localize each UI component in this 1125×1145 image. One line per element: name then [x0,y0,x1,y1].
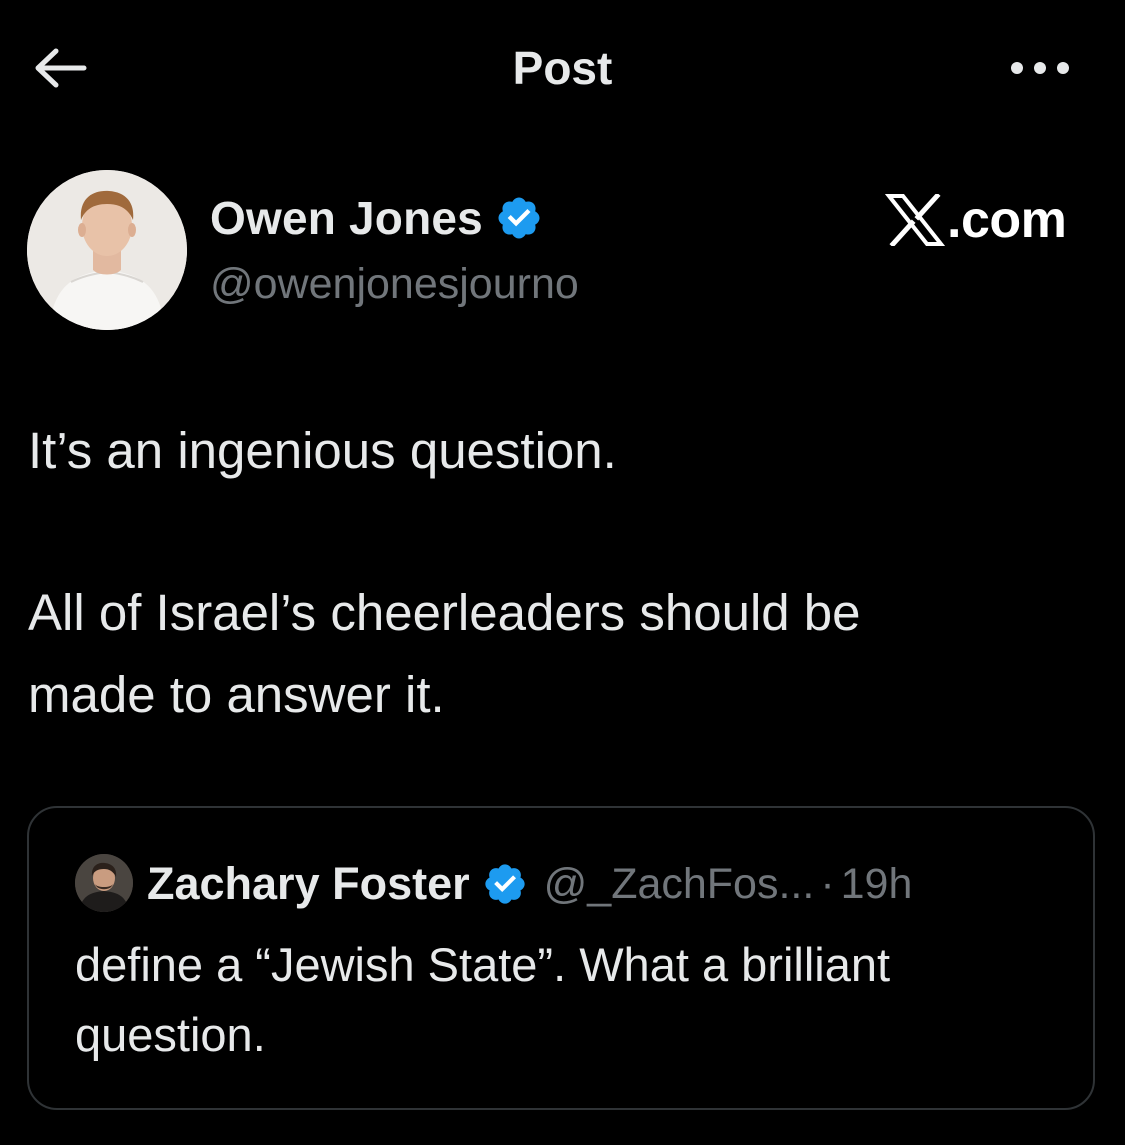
brand-domain: .com [947,191,1067,249]
quoted-post-header: Zachary Foster @_ZachFos... · 19h [147,854,912,914]
author-name-row: Owen Jones [210,188,543,248]
separator-dot: · [820,859,835,908]
verified-badge-icon [484,864,525,904]
page-title: Post [512,42,613,94]
quoted-post-card[interactable]: Zachary Foster @_ZachFos... · 19h define… [27,806,1095,1110]
author-handle[interactable]: @owenjonesjourno [210,258,579,310]
author-avatar[interactable] [27,170,187,330]
quoted-post-text-line: question. [75,1008,266,1061]
top-bar: Post [0,0,1125,135]
author-name[interactable]: Owen Jones [210,191,483,245]
post-text-line: made to answer it. [28,666,445,723]
quoted-post-timestamp[interactable]: 19h [841,860,913,909]
more-horizontal-icon [1011,62,1069,74]
post-text-line: All of Israel’s cheerleaders should be [28,584,861,641]
post-text-line: It’s an ingenious question. [28,422,617,479]
avatar-image [75,854,133,912]
quoted-author-handle[interactable]: @_ZachFos... [544,860,815,909]
avatar-image [27,170,187,330]
quoted-author-avatar[interactable] [75,854,133,912]
quoted-post-text-line: define a “Jewish State”. What a brillian… [75,938,891,991]
more-options-button[interactable] [1004,44,1076,92]
x-logo-icon [885,194,945,246]
quoted-author-name[interactable]: Zachary Foster [147,858,470,910]
brand-mark: .com [885,188,1067,252]
verified-badge-icon [498,197,540,239]
